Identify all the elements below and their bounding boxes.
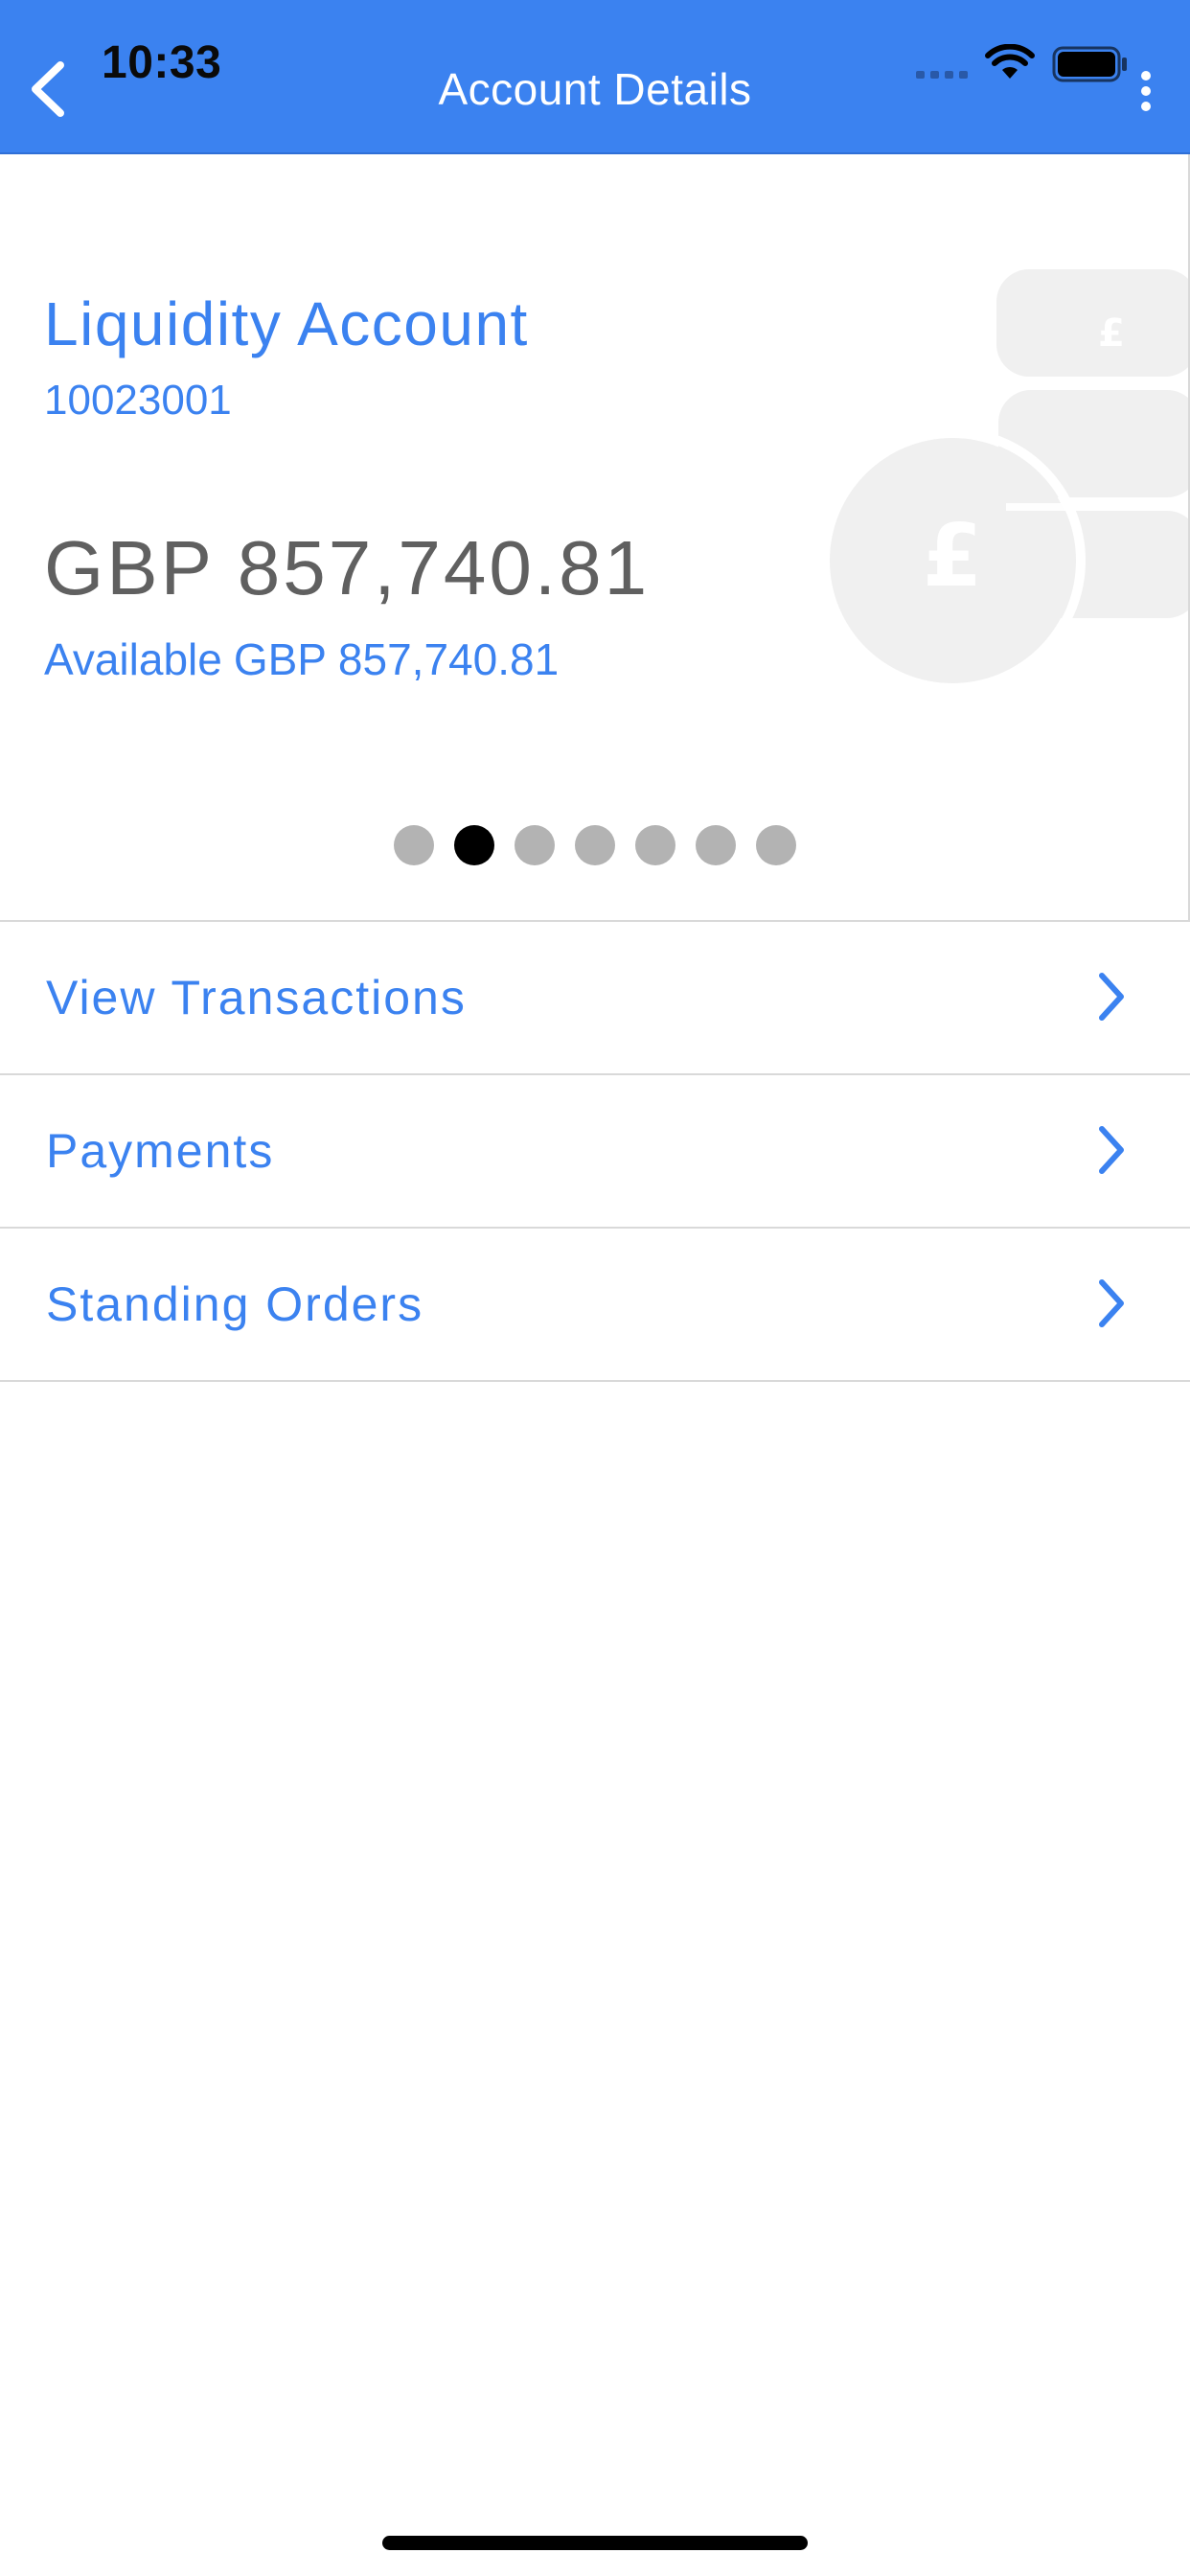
cellular-signal-icon [916, 71, 968, 79]
account-card[interactable]: £ £ Liquidity Account 10023001 GBP 857,7… [0, 154, 1190, 922]
pound-coins-icon: £ £ [824, 269, 1188, 694]
svg-text:£: £ [923, 506, 983, 607]
chevron-right-icon [1099, 1126, 1124, 1174]
available-balance: Available GBP 857,740.81 [44, 633, 559, 685]
account-actions-list: View Transactions Payments Standing Orde… [0, 922, 1190, 1382]
menu-item-label: Payments [46, 1124, 275, 1178]
page-indicator [394, 825, 796, 865]
more-options-button[interactable] [1127, 58, 1165, 125]
page-dot[interactable] [575, 825, 615, 865]
wifi-icon [985, 44, 1035, 79]
available-label: Available [44, 634, 222, 684]
vertical-dots-icon [1141, 71, 1151, 111]
app-header: 10:33 Account Details [0, 0, 1190, 154]
account-number: 10023001 [44, 377, 232, 424]
chevron-right-icon [1099, 973, 1124, 1021]
page-dot-active[interactable] [454, 825, 494, 865]
menu-item-label: View Transactions [46, 971, 467, 1024]
svg-text:£: £ [1098, 311, 1125, 356]
home-indicator[interactable] [382, 2536, 808, 2550]
chevron-right-icon [1099, 1279, 1124, 1327]
available-amount: GBP 857,740.81 [233, 634, 560, 684]
standing-orders-item[interactable]: Standing Orders [0, 1229, 1190, 1382]
menu-item-label: Standing Orders [46, 1277, 424, 1331]
payments-item[interactable]: Payments [0, 1075, 1190, 1229]
page-dot[interactable] [696, 825, 736, 865]
page-dot[interactable] [394, 825, 434, 865]
page-dot[interactable] [515, 825, 555, 865]
account-name: Liquidity Account [44, 289, 529, 358]
view-transactions-item[interactable]: View Transactions [0, 922, 1190, 1075]
battery-icon [1052, 46, 1127, 82]
account-balance: GBP 857,740.81 [44, 525, 651, 610]
page-dot[interactable] [635, 825, 675, 865]
page-dot[interactable] [756, 825, 796, 865]
